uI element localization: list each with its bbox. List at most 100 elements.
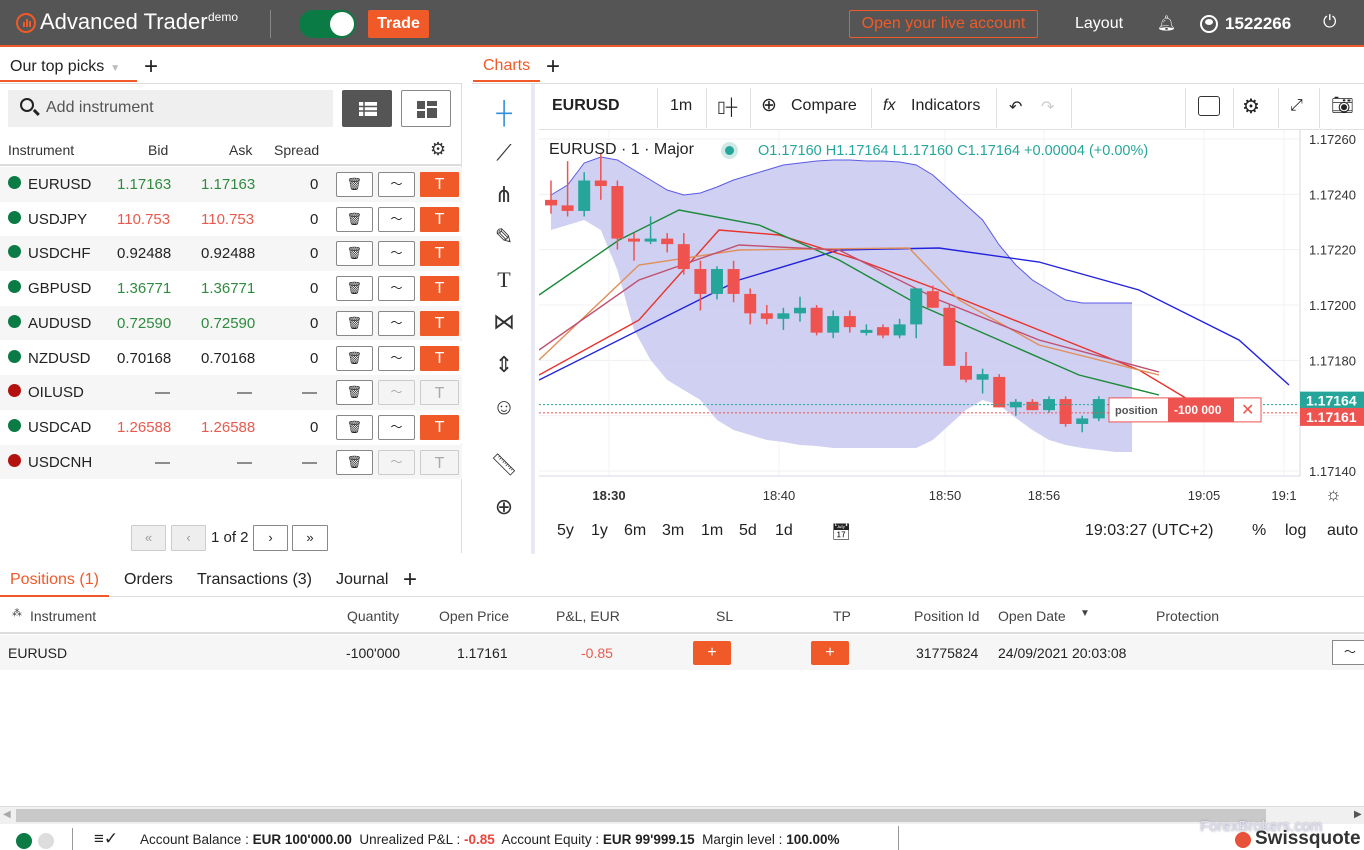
delete-button[interactable]: 🗑︎ [336,414,373,440]
ask-price[interactable]: 1.26588 [201,419,255,436]
col-sl[interactable]: SL [716,608,733,624]
bid-price[interactable]: 0.92488 [117,245,171,262]
col-open-price[interactable]: Open Price [439,608,509,624]
zoom-in-icon[interactable]: ⊕ [490,494,518,522]
ask-price[interactable]: 0.72590 [201,315,255,332]
auto-toggle[interactable]: auto [1327,522,1358,540]
watchlist-row[interactable]: NZDUSD 0.70168 0.70168 0 🗑︎ 〜 T [0,340,462,375]
interval-selector[interactable]: 1m [670,97,692,115]
bid-price[interactable]: — [155,454,170,471]
next-page-button[interactable]: › [253,525,288,551]
instrument-name[interactable]: NZDUSD [28,350,91,367]
mini-chart-button[interactable]: 〜 [378,414,415,440]
ask-price[interactable]: 110.753 [201,211,254,228]
ask-price[interactable]: 0.70168 [201,350,255,367]
prev-page-button[interactable]: ‹ [171,525,206,551]
trade-ticket-button[interactable]: T [420,172,459,197]
text-tool-icon[interactable]: T [490,267,518,295]
tab-our-top-picks[interactable]: Our top picks ▼ [0,52,137,82]
delete-button[interactable]: 🗑︎ [336,276,373,302]
tab-transactions[interactable]: Transactions (3) [197,571,312,589]
price-chart[interactable]: 1.17260 1.17240 1.17220 1.17200 1.17180 1.171… [539,130,1364,514]
instrument-name[interactable]: USDCHF [28,245,91,262]
watchlist-row[interactable]: OILUSD — — — 🗑︎ 〜 T [0,375,462,410]
scroll-right-icon[interactable]: ▶ [1354,809,1362,820]
mini-chart-button[interactable]: 〜 [378,310,415,336]
ask-price[interactable]: — [237,384,252,401]
col-instrument[interactable]: Instrument [30,608,96,624]
tab-journal[interactable]: Journal [336,571,388,589]
watchlist-row[interactable]: USDJPY 110.753 110.753 0 🗑︎ 〜 T [0,201,462,237]
bid-price[interactable]: 0.70168 [117,350,171,367]
indicators-button[interactable]: Indicators [911,97,980,115]
table-row[interactable]: EURUSD -100'000 1.17161 -0.85 + + 317758… [0,635,1364,670]
delete-button[interactable]: 🗑︎ [336,310,373,336]
percent-toggle[interactable]: % [1252,522,1266,540]
col-position-id[interactable]: Position Id [914,608,979,624]
col-tp[interactable]: TP [833,608,851,624]
ask-price[interactable]: — [237,454,252,471]
mini-chart-button[interactable]: 〜 [378,345,415,371]
col-open-date[interactable]: Open Date [998,608,1066,624]
measure-range-icon[interactable]: ⇕ [490,352,518,380]
log-toggle[interactable]: log [1285,522,1306,540]
mini-chart-button[interactable]: 〜 [378,449,415,475]
account-id[interactable]: 1522266 [1225,14,1291,34]
delete-button[interactable]: 🗑︎ [336,241,373,267]
add-chart-icon[interactable]: + [546,55,560,79]
ask-price[interactable]: 1.36771 [201,280,255,297]
trade-button[interactable]: Trade [368,10,429,38]
expand-icon[interactable]: ⤢ [1290,97,1303,115]
group-icon[interactable]: ⁂ [12,608,22,619]
watchlist-row[interactable]: GBPUSD 1.36771 1.36771 0 🗑︎ 〜 T [0,271,462,306]
ask-price[interactable]: 1.17163 [201,176,255,193]
pattern-icon[interactable]: ⋈ [490,309,518,337]
mini-chart-button[interactable]: 〜 [378,206,415,232]
trade-ticket-button[interactable]: T [420,241,459,267]
demo-live-toggle[interactable] [299,10,356,38]
delete-button[interactable]: 🗑︎ [336,449,373,475]
camera-icon[interactable]: 📷︎ [1331,95,1354,116]
mini-chart-button[interactable]: 〜 [378,172,415,197]
bid-price[interactable]: 1.36771 [117,280,171,297]
trade-ticket-button[interactable]: T [420,449,459,475]
instrument-name[interactable]: AUDUSD [28,315,91,332]
goto-date-icon[interactable]: 📅︎ [831,522,851,542]
mini-chart-button[interactable]: 〜 [378,276,415,302]
sort-desc-icon[interactable]: ▼ [1080,608,1090,619]
col-ask[interactable]: Ask [229,142,252,158]
bid-price[interactable]: 1.26588 [117,419,171,436]
undo-icon[interactable]: ↶ [1009,97,1022,117]
instrument-name[interactable]: USDCNH [28,454,92,471]
checklist-icon[interactable]: ≡✓ [94,829,118,849]
trade-ticket-button[interactable]: T [420,276,459,302]
watchlist-row[interactable]: EURUSD 1.17163 1.17163 0 🗑︎ 〜 T [0,167,462,202]
watchlist-row[interactable]: USDCHF 0.92488 0.92488 0 🗑︎ 〜 T [0,236,462,271]
col-bid[interactable]: Bid [148,142,168,158]
delete-button[interactable]: 🗑︎ [336,380,373,406]
bid-price[interactable]: — [155,384,170,401]
scroll-thumb[interactable] [16,809,1266,822]
open-live-account-button[interactable]: Open your live account [849,10,1038,38]
add-sl-button[interactable]: + [693,641,731,665]
chart-row-button[interactable]: 〜 [1332,640,1364,665]
instrument-name[interactable]: EURUSD [28,176,91,193]
bid-price[interactable]: 1.17163 [117,176,171,193]
instrument-name[interactable]: OILUSD [28,384,84,401]
close-position-icon[interactable]: ✕ [1241,402,1254,419]
col-spread[interactable]: Spread [274,142,319,158]
instrument-name[interactable]: USDJPY [28,211,87,228]
compare-button[interactable]: Compare [791,97,857,115]
col-instrument[interactable]: Instrument [8,142,74,158]
instrument-name[interactable]: GBPUSD [28,280,91,297]
col-quantity[interactable]: Quantity [347,608,399,624]
function-icon[interactable]: fx [883,97,895,115]
candle-type-icon[interactable]: ▯┼ [717,97,737,117]
watchlist-row[interactable]: USDCNH — — — 🗑︎ 〜 T [0,444,462,480]
delete-button[interactable]: 🗑︎ [336,206,373,232]
tile-view-button[interactable] [401,90,451,127]
list-view-button[interactable] [342,90,392,127]
compare-plus-icon[interactable]: ⊕ [761,94,777,117]
trade-ticket-button[interactable]: T [420,310,459,336]
layout-menu[interactable]: Layout [1075,15,1123,33]
